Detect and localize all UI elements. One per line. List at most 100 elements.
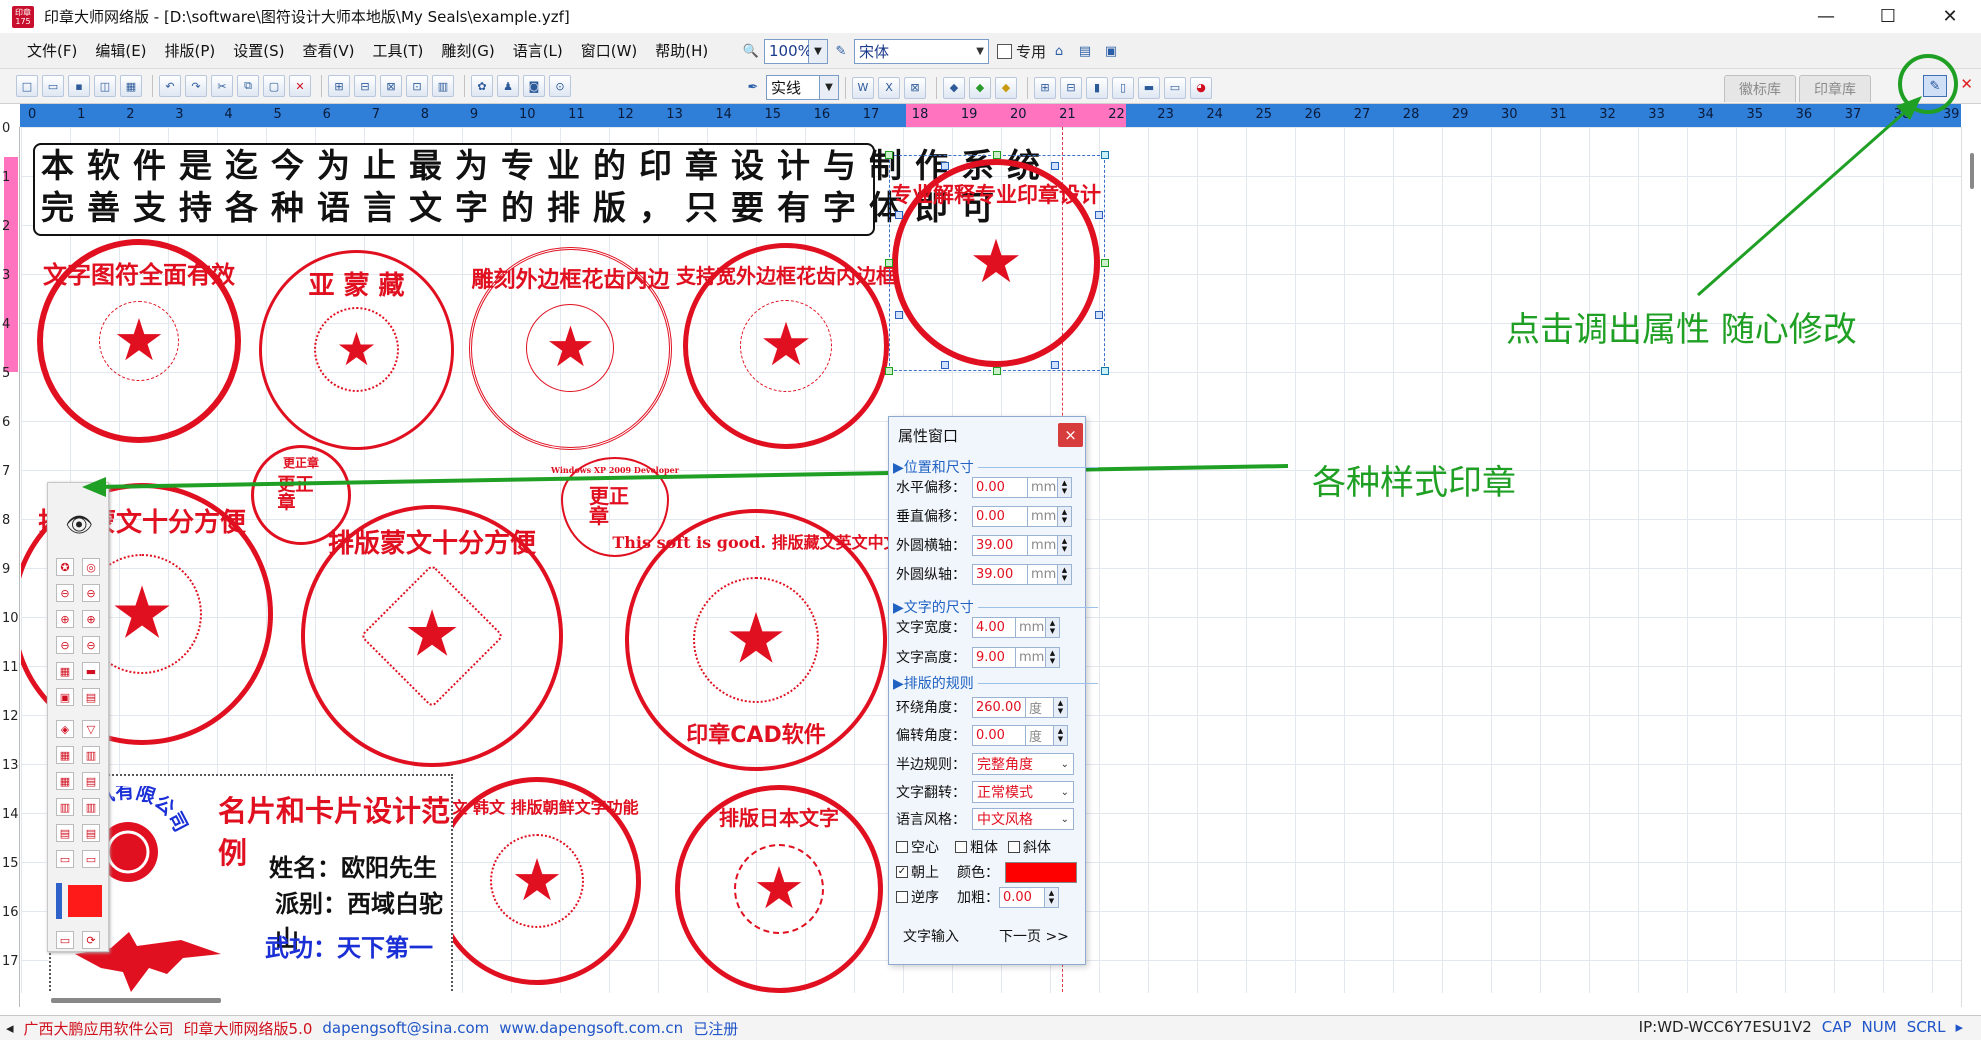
seal-style-icon[interactable]: ⊕ bbox=[82, 610, 100, 628]
field-input[interactable]: 39.00 bbox=[972, 534, 1028, 556]
shape-node-handle[interactable] bbox=[895, 311, 903, 319]
italic-checkbox[interactable] bbox=[1008, 841, 1020, 853]
align-left-icon[interactable]: ⊞ bbox=[328, 75, 350, 97]
hollow-checkbox[interactable] bbox=[896, 841, 908, 853]
align-top-icon[interactable]: ⊡ bbox=[406, 75, 428, 97]
seal-style-icon[interactable]: ⊖ bbox=[56, 584, 74, 602]
resize-handle[interactable] bbox=[885, 151, 893, 159]
next-page-button[interactable]: 下一页 >> bbox=[999, 926, 1069, 946]
diamond-yellow-icon[interactable]: ◆ bbox=[995, 76, 1017, 99]
text-box-icon[interactable]: ⊠ bbox=[904, 76, 926, 99]
send-back-icon[interactable]: ▯ bbox=[1112, 76, 1134, 99]
scroll-left-icon[interactable]: ◂ bbox=[6, 1019, 14, 1037]
color-swatch[interactable] bbox=[1005, 861, 1077, 883]
seal-style-icon[interactable]: ▥ bbox=[82, 798, 100, 816]
close-window-button[interactable]: ✕ bbox=[1919, 0, 1981, 33]
align-bottom-icon[interactable]: ▥ bbox=[432, 75, 454, 97]
pie-chart-icon[interactable]: ◕ bbox=[1190, 76, 1212, 99]
shape-node-handle[interactable] bbox=[1095, 211, 1103, 219]
field-input[interactable]: 0.00 bbox=[972, 724, 1026, 746]
close-panel-icon[interactable]: ✕ bbox=[1960, 75, 1973, 93]
field-input[interactable]: 0.00 bbox=[972, 505, 1028, 527]
group-icon[interactable]: ⊞ bbox=[1034, 76, 1056, 99]
font-select[interactable]: 宋体 ▼ bbox=[854, 38, 989, 64]
menu-language[interactable]: 语言(L) bbox=[504, 40, 572, 61]
special-checkbox[interactable] bbox=[997, 43, 1012, 59]
shape-node-handle[interactable] bbox=[1051, 162, 1059, 170]
seal-style-icon[interactable]: ▥ bbox=[82, 746, 100, 764]
ungroup-icon[interactable]: ⊟ bbox=[1060, 76, 1082, 99]
field-input[interactable]: 260.00 bbox=[972, 696, 1026, 718]
line-style-dropdown-icon[interactable]: ▼ bbox=[820, 75, 839, 100]
seal-style-icon[interactable]: ▦ bbox=[56, 746, 74, 764]
diamond-blue-icon[interactable]: ◆ bbox=[943, 76, 965, 99]
seal-style-icon[interactable]: ⊖ bbox=[82, 636, 100, 654]
print-icon[interactable]: ▦ bbox=[120, 75, 142, 97]
seal-selected[interactable]: 专业解释专业印章设计 ★ bbox=[891, 159, 1101, 367]
zoom-icon[interactable]: 🔍 bbox=[741, 41, 761, 61]
delete-icon[interactable]: ✕ bbox=[289, 75, 311, 97]
save-icon[interactable]: ▪ bbox=[68, 75, 90, 97]
home-icon[interactable]: ⌂ bbox=[1049, 41, 1069, 61]
property-window-toggle-button[interactable]: ✎ bbox=[1923, 75, 1947, 97]
section-position-size[interactable]: ▶位置和尺寸 bbox=[893, 457, 1098, 477]
resize-handle[interactable] bbox=[993, 151, 1001, 159]
menu-tools[interactable]: 工具(T) bbox=[363, 40, 432, 61]
zoom-dropdown-icon[interactable]: ▼ bbox=[809, 38, 828, 64]
horizontal-scrollbar[interactable] bbox=[21, 993, 1961, 1007]
field-input[interactable]: 39.00 bbox=[972, 563, 1028, 585]
tab-seal-library[interactable]: 印章库 bbox=[1799, 75, 1871, 102]
seal-style-icon[interactable]: ⊕ bbox=[56, 610, 74, 628]
seal-style-icon[interactable]: ▥ bbox=[56, 798, 74, 816]
property-window-close-button[interactable]: × bbox=[1058, 423, 1083, 447]
menu-help[interactable]: 帮助(H) bbox=[646, 40, 717, 61]
tab-logo-library[interactable]: 徽标库 bbox=[1724, 75, 1796, 102]
minimize-button[interactable]: — bbox=[1795, 0, 1857, 33]
menu-window[interactable]: 窗口(W) bbox=[572, 40, 647, 61]
menu-file[interactable]: 文件(F) bbox=[18, 40, 86, 61]
thicken-input[interactable]: 0.00 bbox=[999, 886, 1045, 908]
scroll-right-icon[interactable]: ▸ bbox=[1955, 1018, 1963, 1036]
spinner-icon[interactable]: ▲ ▼ bbox=[1046, 616, 1060, 638]
section-text-size[interactable]: ▶文字的尺寸 bbox=[893, 597, 1098, 617]
text-x-icon[interactable]: X bbox=[878, 76, 900, 99]
select-half-rule[interactable]: 完整角度 ⌄ bbox=[972, 753, 1074, 775]
select-text-flip[interactable]: 正常模式 ⌄ bbox=[972, 781, 1074, 803]
seal-1[interactable]: 文字图符全面有效 ★ bbox=[37, 239, 241, 443]
seal-9[interactable]: 排版日本文字 ★ bbox=[675, 785, 883, 993]
align-center-icon[interactable]: ⊟ bbox=[354, 75, 376, 97]
screen-icon[interactable]: ▣ bbox=[1101, 41, 1121, 61]
spinner-icon[interactable]: ▲ ▼ bbox=[1054, 724, 1068, 746]
shape-node-handle[interactable] bbox=[1095, 311, 1103, 319]
spinner-icon[interactable]: ▲ ▼ bbox=[1045, 886, 1059, 908]
cut-icon[interactable]: ✂ bbox=[211, 75, 233, 97]
upward-checkbox[interactable]: ✓ bbox=[896, 866, 908, 878]
menu-view[interactable]: 查看(V) bbox=[294, 40, 364, 61]
section-layout-rules[interactable]: ▶排版的规则 bbox=[893, 673, 1098, 693]
select-language-style[interactable]: 中文风格 ⌄ bbox=[972, 808, 1074, 830]
shape-node-handle[interactable] bbox=[1051, 361, 1059, 369]
business-card-sample[interactable]: 东来一讯有限公司 名片和卡片设计范例 姓名：欧阳先生 派别：西域白驼山 武功：天… bbox=[49, 774, 453, 1007]
resize-handle[interactable] bbox=[993, 367, 1001, 375]
redo-icon[interactable]: ↷ bbox=[185, 75, 207, 97]
seal-style-icon[interactable]: ▦ bbox=[56, 772, 74, 790]
seal-style-icon[interactable]: ▽ bbox=[82, 720, 100, 738]
text-banner[interactable]: 本软件是迄今为止最为专业的印章设计与制作系统 完善支持各种语言文字的排版，只要有… bbox=[33, 143, 1040, 236]
seal-8[interactable]: 中文 韩文 排版朝鲜文字功能 ★ bbox=[433, 777, 641, 985]
field-input[interactable]: 4.00 bbox=[972, 616, 1016, 638]
vertical-scrollbar[interactable] bbox=[1961, 127, 1981, 1007]
resize-handle[interactable] bbox=[885, 259, 893, 267]
status-website[interactable]: www.dapengsoft.com.cn bbox=[499, 1019, 683, 1037]
seal-7[interactable]: This soft is good. 排版藏文英文中文 ★ 印章CAD软件 bbox=[612, 509, 900, 771]
maximize-button[interactable]: ☐ bbox=[1857, 0, 1919, 33]
bring-front-icon[interactable]: ▮ bbox=[1086, 76, 1108, 99]
spinner-icon[interactable]: ▲ ▼ bbox=[1058, 563, 1072, 585]
zoom-input[interactable]: 100% bbox=[764, 38, 812, 64]
paste-icon[interactable]: ▢ bbox=[263, 75, 285, 97]
shape-node-handle[interactable] bbox=[941, 162, 949, 170]
palette-tool-icon[interactable]: ⟳ bbox=[82, 931, 100, 949]
seal-style-icon[interactable]: ⊖ bbox=[56, 636, 74, 654]
scroll-thumb[interactable] bbox=[1970, 153, 1974, 189]
open-folder-icon[interactable]: ▭ bbox=[42, 75, 64, 97]
bold-checkbox[interactable] bbox=[955, 841, 967, 853]
